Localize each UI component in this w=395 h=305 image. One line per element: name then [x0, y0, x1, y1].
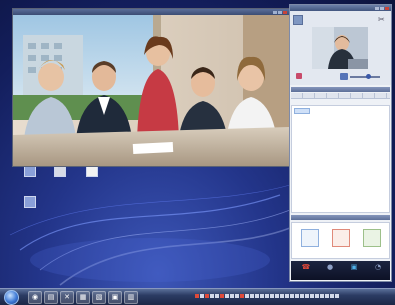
- conference-panel[interactable]: ✂ ☎ ● ▣ ◔: [289, 4, 392, 282]
- contact-selection: [294, 108, 310, 114]
- hangup-button[interactable]: ☎: [297, 263, 315, 279]
- document-icon: [301, 229, 319, 247]
- maximize-button[interactable]: [278, 11, 282, 14]
- taskbar-app-6[interactable]: ▣: [108, 291, 122, 304]
- tab-5[interactable]: [339, 93, 351, 98]
- tab-1[interactable]: [291, 93, 303, 98]
- contact-list-header: [291, 87, 390, 92]
- taskbar-app-1[interactable]: ◉: [28, 291, 42, 304]
- slider-track: [350, 76, 380, 78]
- mic-button[interactable]: ●: [321, 263, 339, 279]
- minimize-button[interactable]: [375, 7, 379, 10]
- close-button[interactable]: [283, 11, 287, 14]
- tab-2[interactable]: [303, 93, 315, 98]
- settings-button[interactable]: ◔: [369, 263, 387, 279]
- contact-list[interactable]: [291, 105, 390, 213]
- camera-button[interactable]: [340, 73, 348, 80]
- taskbar: ◉ ▤ ✕ ▦ ▧ ▣ ▥: [0, 288, 395, 305]
- app-document[interactable]: [298, 227, 322, 255]
- tab-6[interactable]: [351, 93, 363, 98]
- volume-slider[interactable]: [296, 73, 380, 80]
- taskbar-app-7[interactable]: ▥: [124, 291, 138, 304]
- panel-profile-area: ✂: [290, 11, 391, 85]
- maximize-button[interactable]: [380, 7, 384, 10]
- tools-icon[interactable]: ✂: [378, 15, 387, 24]
- share-icon: [363, 229, 381, 247]
- taskbar-app-5[interactable]: ▧: [92, 291, 106, 304]
- minimize-button[interactable]: [273, 11, 277, 14]
- screen-button[interactable]: ▣: [345, 263, 363, 279]
- tab-3[interactable]: [315, 93, 327, 98]
- whiteboard-icon: [332, 229, 350, 247]
- close-button[interactable]: [385, 7, 389, 10]
- contact-tabs: [291, 93, 390, 99]
- desktop-icon-4[interactable]: [18, 196, 42, 209]
- desktop-app-icon: [24, 196, 36, 208]
- system-tray[interactable]: [195, 293, 355, 301]
- apps-area: [291, 222, 390, 259]
- video-feed: [13, 15, 289, 166]
- microphone-icon: ●: [326, 263, 334, 271]
- screen-icon: ▣: [350, 263, 358, 271]
- user-avatar: [293, 15, 303, 25]
- tab-8[interactable]: [375, 93, 387, 98]
- apps-header: [291, 215, 390, 220]
- call-controls: ☎ ● ▣ ◔: [291, 261, 390, 280]
- taskbar-app-2[interactable]: ▤: [44, 291, 58, 304]
- phone-icon: ☎: [301, 263, 311, 271]
- self-preview-video: [312, 27, 368, 69]
- tab-7[interactable]: [363, 93, 375, 98]
- settings-icon: ◔: [374, 263, 382, 271]
- start-button[interactable]: [4, 290, 19, 305]
- taskbar-app-3[interactable]: ✕: [60, 291, 74, 304]
- list-item[interactable]: [294, 108, 310, 114]
- app-share[interactable]: [360, 227, 384, 255]
- app-whiteboard[interactable]: [329, 227, 353, 255]
- tab-4[interactable]: [327, 93, 339, 98]
- slider-thumb[interactable]: [366, 74, 371, 79]
- record-icon[interactable]: [296, 73, 302, 79]
- video-window[interactable]: [12, 8, 290, 167]
- taskbar-app-4[interactable]: ▦: [76, 291, 90, 304]
